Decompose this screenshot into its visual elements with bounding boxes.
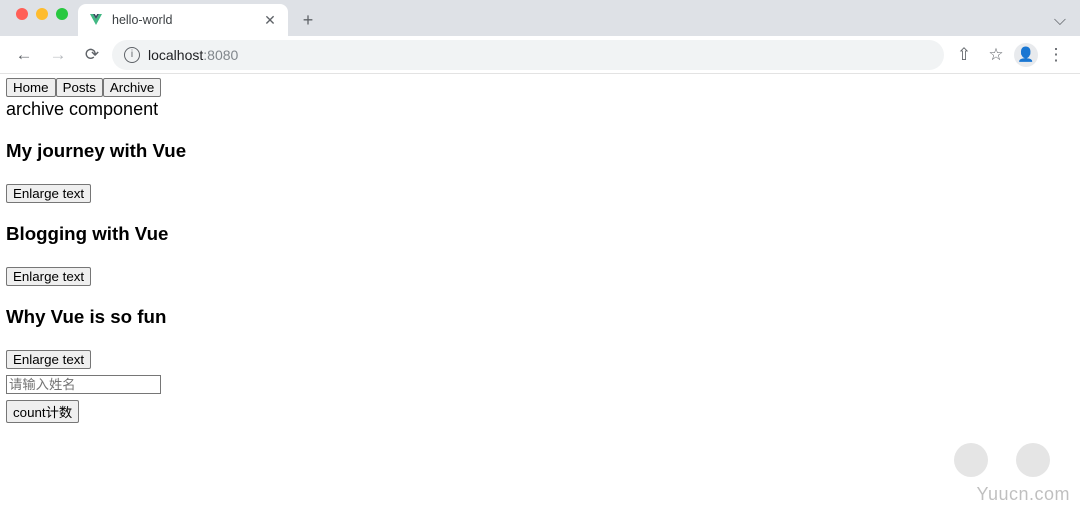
share-icon[interactable]: ⇧ [950,41,978,69]
tab-overflow-icon[interactable]: ⌵ [1054,12,1080,36]
post-title: My journey with Vue [6,140,1074,162]
forward-button[interactable]: → [44,41,72,69]
archive-component-text: archive component [6,99,1074,120]
close-tab-icon[interactable]: ✕ [262,12,278,28]
new-tab-button[interactable]: + [294,6,322,34]
post-item: Blogging with Vue Enlarge text [6,223,1074,286]
window-minimize-icon[interactable] [36,8,48,20]
nav-archive-button[interactable]: Archive [103,78,161,97]
url-port: :8080 [203,47,238,63]
enlarge-text-button[interactable]: Enlarge text [6,267,91,286]
watermark-text: Yuucn.com [976,484,1070,505]
post-item: My journey with Vue Enlarge text [6,140,1074,203]
post-title: Blogging with Vue [6,223,1074,245]
page-content: Home Posts Archive archive component My … [0,74,1080,427]
logo-watermark-icon [1016,443,1050,477]
profile-avatar-icon[interactable]: 👤 [1014,43,1038,67]
nav-home-button[interactable]: Home [6,78,56,97]
back-button[interactable]: ← [10,41,38,69]
enlarge-text-button[interactable]: Enlarge text [6,350,91,369]
bookmark-icon[interactable]: ☆ [982,41,1010,69]
nav-buttons: Home Posts Archive [6,78,1074,97]
tab-title: hello-world [112,13,254,27]
count-button[interactable]: count计数 [6,400,79,423]
window-zoom-icon[interactable] [56,8,68,20]
window-close-icon[interactable] [16,8,28,20]
post-item: Why Vue is so fun Enlarge text [6,306,1074,369]
window-controls [8,8,78,28]
site-info-icon[interactable]: i [124,47,140,63]
watermark-icons [954,443,1050,477]
vue-favicon-icon [88,12,104,28]
enlarge-text-button[interactable]: Enlarge text [6,184,91,203]
url-host: localhost [148,47,203,63]
nav-posts-button[interactable]: Posts [56,78,103,97]
browser-tab[interactable]: hello-world ✕ [78,4,288,36]
address-bar[interactable]: i localhost:8080 [112,40,944,70]
name-input[interactable] [6,375,161,394]
post-title: Why Vue is so fun [6,306,1074,328]
browser-chrome: hello-world ✕ + ⌵ ← → ⟳ i localhost:8080… [0,0,1080,74]
browser-toolbar: ← → ⟳ i localhost:8080 ⇧ ☆ 👤 ⋮ [0,36,1080,74]
menu-icon[interactable]: ⋮ [1042,41,1070,69]
wechat-watermark-icon [954,443,988,477]
reload-button[interactable]: ⟳ [78,41,106,69]
tab-strip: hello-world ✕ + ⌵ [0,0,1080,36]
